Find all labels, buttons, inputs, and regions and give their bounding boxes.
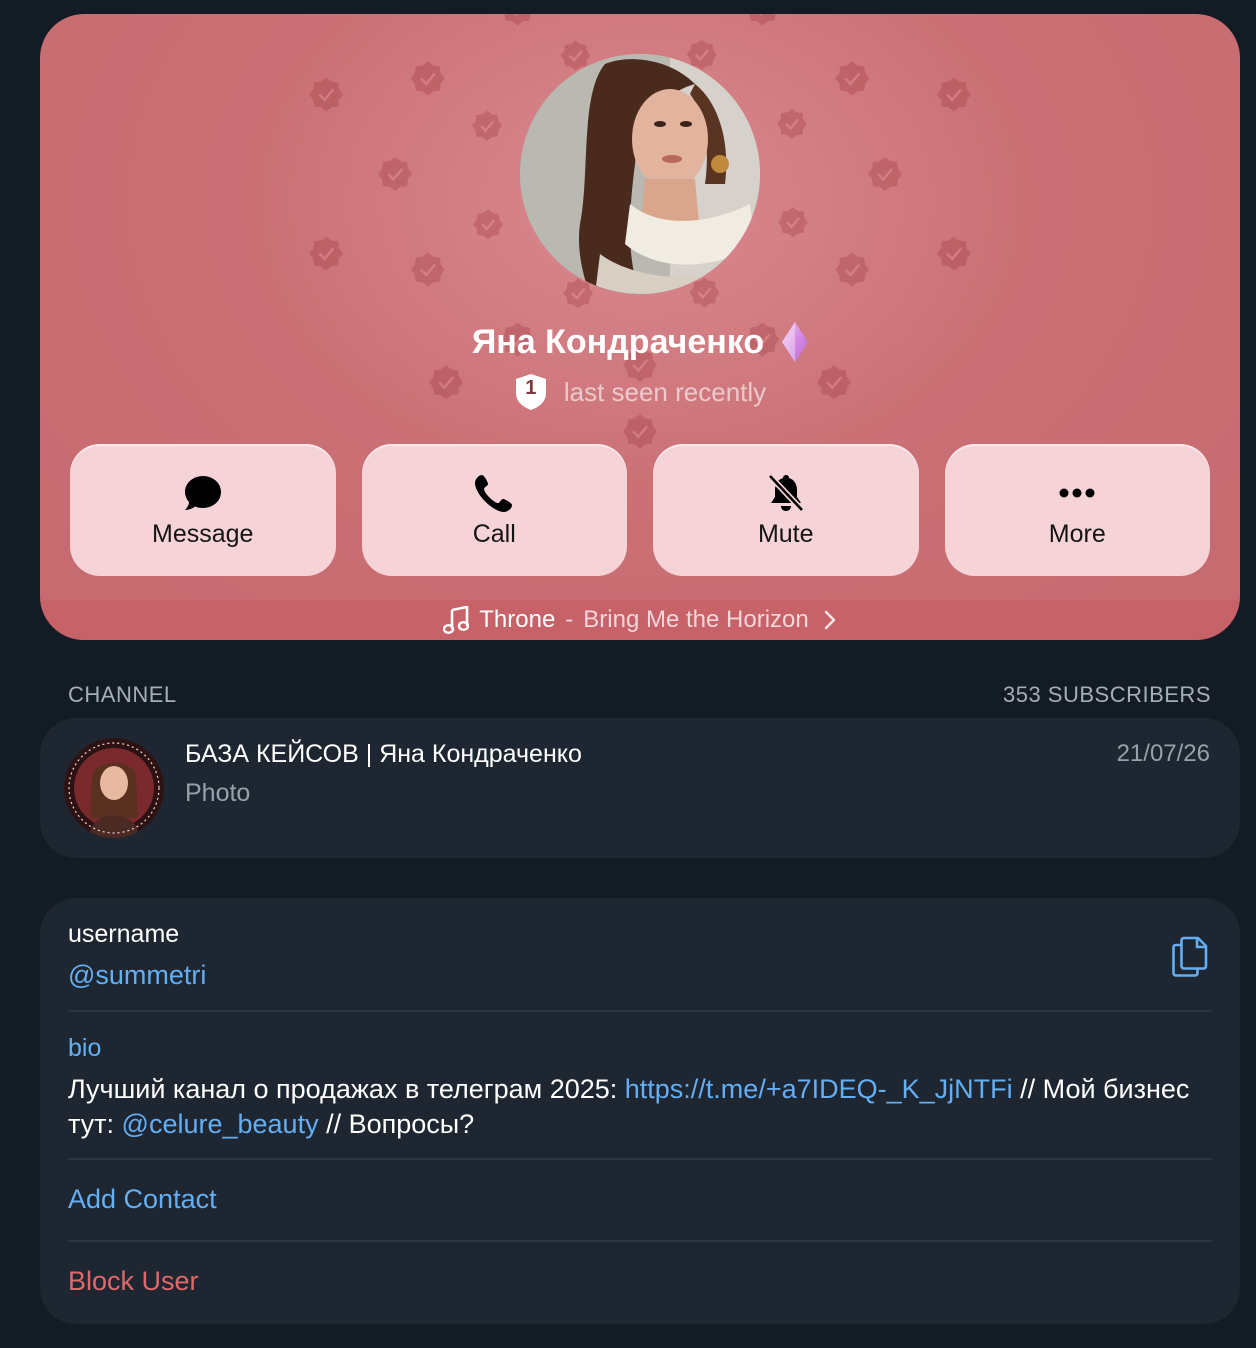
add-contact-button[interactable]: Add Contact	[68, 1184, 217, 1215]
verified-badge-icon	[504, 14, 531, 26]
channel-card[interactable]: БАЗА КЕЙСОВ | Яна Кондраченко Photo 21/0…	[40, 718, 1240, 858]
more-button[interactable]: More	[944, 444, 1210, 576]
message-label: Message	[152, 519, 254, 548]
channel-avatar	[64, 738, 164, 838]
channel-section-header: CHANNEL 353 SUBSCRIBERS	[68, 680, 1211, 710]
music-separator: -	[565, 606, 574, 633]
profile-music-bar[interactable]: Throne - Bring Me the Horizon	[40, 600, 1240, 640]
bio-text-part: // Вопросы?	[318, 1109, 475, 1139]
verified-badge-icon	[472, 110, 502, 141]
channel-title: БАЗА КЕЙСОВ | Яна Кондраченко	[185, 740, 582, 768]
verified-badge-icon	[835, 61, 870, 96]
verified-badge-icon	[309, 77, 344, 112]
premium-gem-icon[interactable]	[782, 322, 809, 362]
message-bubble-icon	[184, 475, 221, 510]
status-row: 1 last seen recently	[40, 372, 1240, 412]
level-number: 1	[525, 377, 537, 399]
name-row: Яна Кондраченко	[40, 320, 1240, 364]
mute-button[interactable]: Mute	[653, 444, 919, 576]
verified-badge-icon	[749, 14, 776, 26]
chevron-right-icon	[824, 610, 835, 630]
bio-link[interactable]: https://t.me/+a7IDEQ-_K_JjNTFi	[625, 1074, 1013, 1104]
info-card: username @summetri bio Лучший канал о пр…	[40, 898, 1240, 1324]
profile-name: Яна Кондраченко	[471, 322, 765, 361]
message-button[interactable]: Message	[70, 444, 336, 576]
more-label: More	[1048, 519, 1106, 548]
divider	[68, 1158, 1212, 1160]
more-dots-icon	[1059, 488, 1095, 497]
verified-badge-icon	[378, 157, 412, 191]
bio-label: bio	[68, 1034, 102, 1062]
call-button[interactable]: Call	[361, 444, 627, 576]
verified-badge-icon	[936, 236, 971, 271]
channel-last-message: Photo	[185, 779, 251, 807]
verified-badge-icon	[776, 108, 807, 139]
divider	[68, 1010, 1212, 1012]
block-user-button[interactable]: Block User	[68, 1266, 199, 1297]
verified-badge-icon	[410, 61, 445, 96]
username-value[interactable]: @summetri	[68, 960, 206, 991]
verified-badge-icon	[410, 252, 445, 287]
divider	[68, 1240, 1212, 1242]
verified-badge-icon	[778, 207, 808, 238]
bell-slash-icon	[767, 473, 804, 512]
phone-icon	[475, 474, 513, 512]
music-note-icon	[443, 606, 470, 634]
profile-header: Яна Кондраченко 1 last seen recently Mes…	[40, 14, 1240, 640]
level-badge[interactable]: 1	[514, 373, 548, 411]
music-title: Throne	[479, 606, 556, 633]
verified-badge-icon	[473, 209, 504, 240]
channel-section-label: CHANNEL	[68, 682, 177, 707]
verified-badge-icon	[835, 252, 870, 287]
bio-text: Лучший канал о продажах в телеграм 2025:…	[68, 1072, 1208, 1142]
mute-label: Mute	[757, 519, 814, 548]
profile-page: Яна Кондраченко 1 last seen recently Mes…	[0, 0, 1256, 1348]
verified-badge-icon	[868, 157, 902, 191]
profile-avatar[interactable]	[520, 54, 760, 294]
subscribers-count: 353 SUBSCRIBERS	[1002, 682, 1211, 707]
bio-text-part: Лучший канал о продажах в телеграм 2025:	[68, 1074, 625, 1104]
last-seen-status: last seen recently	[563, 376, 767, 407]
bio-mention-link[interactable]: @celure_beauty	[122, 1109, 319, 1139]
call-label: Call	[472, 519, 516, 548]
verified-badge-icon	[689, 277, 720, 308]
channel-date: 21/07/26	[1116, 740, 1210, 767]
verified-badge-icon	[936, 77, 971, 112]
username-label: username	[68, 920, 180, 948]
action-buttons: Message Call Mute More	[70, 444, 1210, 576]
music-artist: Bring Me the Horizon	[583, 606, 809, 633]
copy-icon[interactable]	[1170, 932, 1210, 978]
verified-badge-icon	[309, 236, 344, 271]
